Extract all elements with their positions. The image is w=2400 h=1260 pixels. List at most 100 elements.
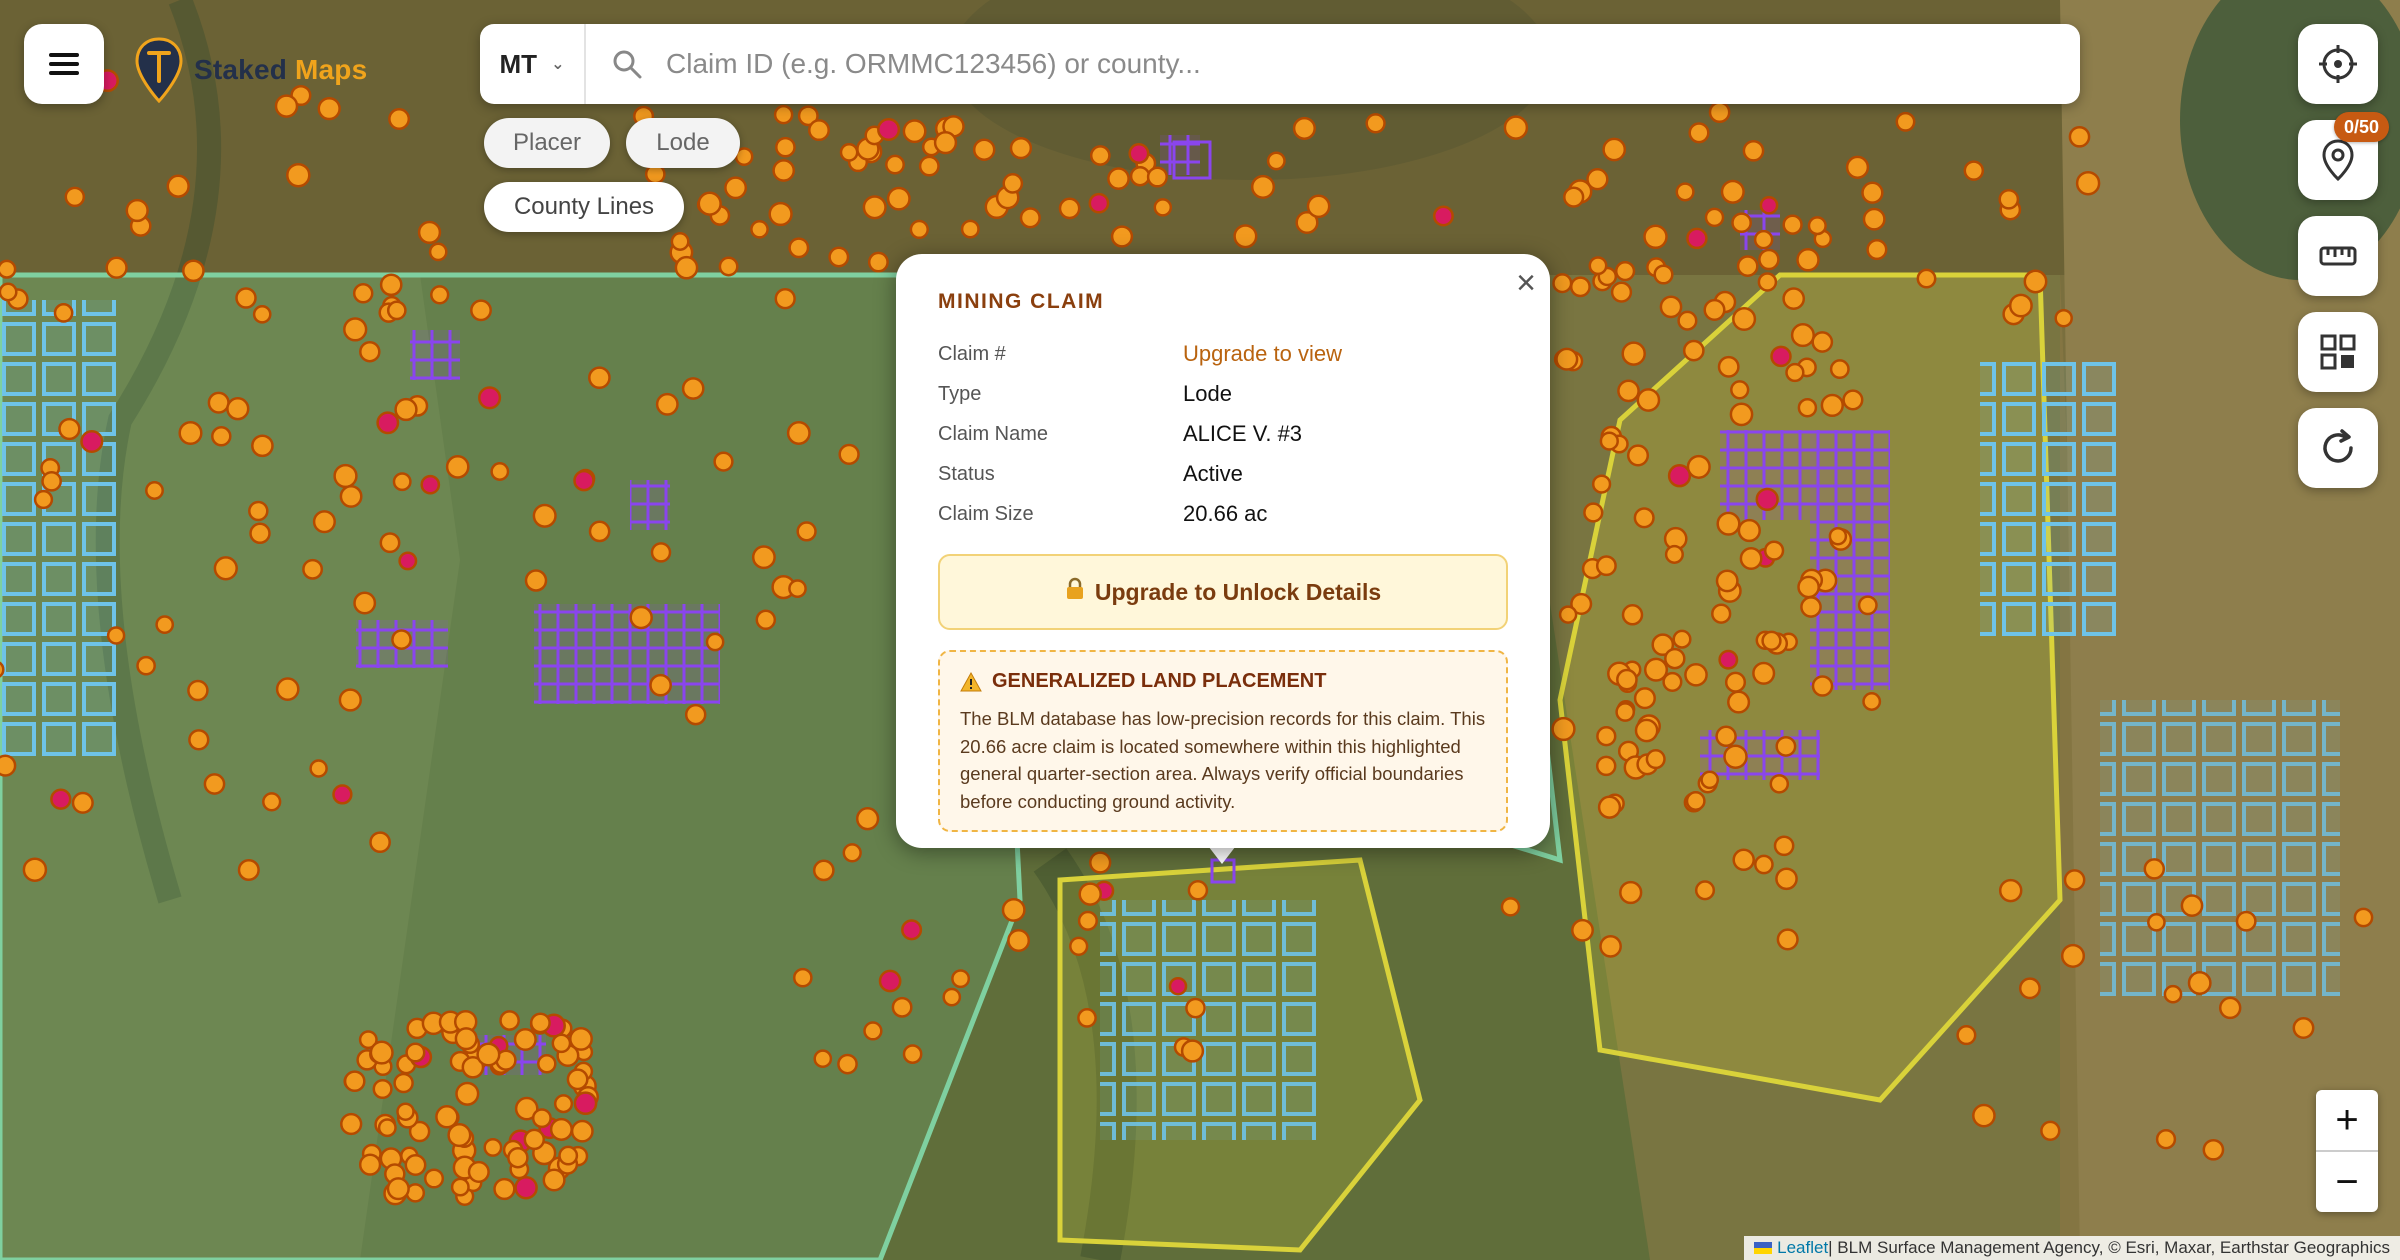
claim-marker[interactable] bbox=[1552, 273, 1573, 294]
claim-marker[interactable] bbox=[570, 1119, 594, 1143]
claim-marker[interactable] bbox=[1621, 604, 1644, 626]
claim-marker[interactable] bbox=[1292, 116, 1316, 140]
claim-marker[interactable] bbox=[1555, 347, 1579, 371]
claim-marker[interactable] bbox=[2054, 308, 2073, 328]
claim-marker[interactable] bbox=[377, 1118, 397, 1138]
claim-marker[interactable] bbox=[343, 1070, 366, 1093]
claim-marker[interactable] bbox=[71, 791, 94, 814]
claim-marker[interactable] bbox=[697, 191, 722, 216]
claim-marker[interactable] bbox=[1129, 165, 1151, 187]
layers-button[interactable] bbox=[2298, 312, 2378, 392]
claim-marker[interactable] bbox=[681, 377, 705, 400]
claim-marker[interactable] bbox=[1732, 848, 1755, 872]
claim-marker[interactable] bbox=[532, 503, 557, 528]
claim-marker[interactable] bbox=[674, 255, 699, 280]
claim-marker[interactable] bbox=[774, 288, 796, 310]
claim-marker[interactable] bbox=[1591, 474, 1612, 494]
claim-marker[interactable] bbox=[1711, 603, 1732, 624]
claim-marker[interactable] bbox=[1730, 380, 1750, 400]
claim-marker[interactable] bbox=[1643, 224, 1668, 250]
claim-marker[interactable] bbox=[1723, 744, 1748, 769]
claim-marker[interactable] bbox=[178, 420, 203, 446]
leaflet-link[interactable]: Leaflet bbox=[1777, 1238, 1828, 1258]
claim-marker[interactable] bbox=[1089, 145, 1111, 166]
claim-marker[interactable] bbox=[1775, 735, 1797, 757]
claim-marker[interactable] bbox=[918, 155, 940, 177]
claim-marker[interactable] bbox=[1503, 115, 1529, 140]
claim-marker[interactable] bbox=[1595, 555, 1617, 577]
claim-marker[interactable] bbox=[513, 1027, 537, 1052]
claim-marker[interactable] bbox=[226, 397, 250, 421]
claim-marker[interactable] bbox=[359, 340, 381, 363]
claim-marker[interactable] bbox=[796, 521, 817, 542]
claim-marker[interactable] bbox=[1634, 718, 1659, 743]
claim-marker[interactable] bbox=[1662, 671, 1683, 692]
claim-marker[interactable] bbox=[251, 434, 274, 458]
claim-marker[interactable] bbox=[2187, 971, 2212, 995]
claim-marker[interactable] bbox=[1019, 207, 1041, 229]
claim-marker[interactable] bbox=[338, 688, 362, 712]
claim-marker[interactable] bbox=[499, 1010, 520, 1031]
filter-chip-placer[interactable]: Placer bbox=[484, 118, 610, 168]
claim-marker[interactable] bbox=[166, 174, 190, 198]
claim-marker[interactable] bbox=[396, 1102, 415, 1121]
claim-marker[interactable] bbox=[1675, 182, 1695, 202]
claim-marker[interactable] bbox=[2063, 869, 2086, 891]
claim-marker[interactable] bbox=[1916, 268, 1937, 289]
claim-marker[interactable] bbox=[369, 1040, 394, 1065]
claim-marker[interactable] bbox=[340, 1112, 363, 1136]
claim-marker[interactable] bbox=[1626, 444, 1650, 467]
claim-marker[interactable] bbox=[394, 397, 418, 422]
claim-marker[interactable] bbox=[2235, 910, 2257, 932]
claim-marker[interactable] bbox=[1845, 155, 1870, 179]
claim-marker[interactable] bbox=[507, 1146, 529, 1169]
claim-marker[interactable] bbox=[423, 1168, 445, 1189]
claim-marker[interactable] bbox=[2155, 1129, 2177, 1150]
claim-marker[interactable] bbox=[942, 987, 962, 1007]
claim-marker[interactable] bbox=[1180, 1039, 1205, 1063]
claim-marker[interactable] bbox=[1596, 726, 1617, 747]
claim-marker[interactable] bbox=[2075, 170, 2101, 196]
claim-marker[interactable] bbox=[333, 463, 358, 489]
claim-marker[interactable] bbox=[1684, 662, 1708, 687]
claim-marker[interactable] bbox=[1250, 174, 1276, 199]
claim-marker[interactable] bbox=[309, 759, 328, 778]
claim-marker[interactable] bbox=[203, 773, 226, 795]
claim-marker[interactable] bbox=[1583, 502, 1604, 523]
claim-marker[interactable] bbox=[951, 969, 971, 989]
claim-marker[interactable] bbox=[1796, 248, 1820, 272]
claim-marker[interactable] bbox=[1432, 205, 1454, 227]
claim-marker[interactable] bbox=[188, 729, 210, 751]
claim-marker[interactable] bbox=[1785, 362, 1805, 383]
claim-marker[interactable] bbox=[386, 1177, 410, 1201]
claim-marker[interactable] bbox=[339, 484, 363, 508]
claim-marker[interactable] bbox=[1715, 569, 1739, 593]
claim-marker[interactable] bbox=[1595, 755, 1617, 777]
claim-marker[interactable] bbox=[182, 259, 205, 283]
claim-marker[interactable] bbox=[235, 287, 257, 309]
claim-marker[interactable] bbox=[2292, 1017, 2315, 1039]
claim-marker[interactable] bbox=[1857, 595, 1878, 616]
claim-marker[interactable] bbox=[1058, 197, 1081, 220]
claim-marker[interactable] bbox=[1685, 791, 1706, 811]
claim-marker[interactable] bbox=[837, 1053, 858, 1075]
claim-marker[interactable] bbox=[1737, 518, 1761, 543]
claim-marker[interactable] bbox=[207, 391, 230, 414]
claim-marker[interactable] bbox=[1069, 936, 1089, 956]
claim-marker[interactable] bbox=[650, 542, 672, 563]
claim-marker[interactable] bbox=[1739, 547, 1763, 570]
claim-marker[interactable] bbox=[1998, 878, 2023, 903]
claim-marker[interactable] bbox=[398, 551, 418, 571]
claim-marker[interactable] bbox=[1128, 143, 1150, 164]
claim-marker[interactable] bbox=[867, 251, 889, 273]
claim-marker[interactable] bbox=[392, 472, 412, 492]
claim-marker[interactable] bbox=[454, 1027, 478, 1051]
claim-marker[interactable] bbox=[58, 417, 81, 441]
claim-marker[interactable] bbox=[1664, 647, 1686, 670]
claim-marker[interactable] bbox=[755, 609, 777, 631]
claim-marker[interactable] bbox=[751, 545, 776, 570]
claim-marker[interactable] bbox=[376, 411, 400, 435]
claim-marker[interactable] bbox=[1597, 795, 1622, 819]
claim-marker[interactable] bbox=[145, 481, 164, 500]
claim-marker[interactable] bbox=[1558, 605, 1578, 624]
